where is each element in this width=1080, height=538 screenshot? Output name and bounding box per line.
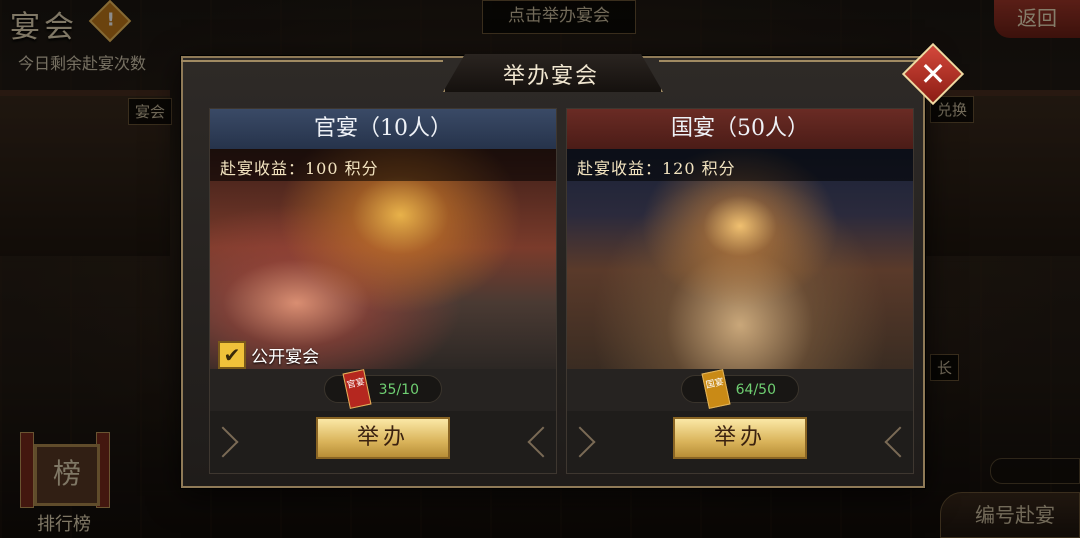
action-area: 举办 xyxy=(207,411,559,473)
host-state-button[interactable]: 举办 xyxy=(673,417,807,459)
invitation-count: 64/50 xyxy=(681,375,799,403)
public-banquet-toggle[interactable]: ✔ 公开宴会 xyxy=(218,341,319,369)
income-text: 赴宴收益：100 积分 xyxy=(220,159,379,178)
ornament-left-icon xyxy=(207,426,239,458)
card-title: 官宴（10人） xyxy=(210,109,556,149)
header-line-right xyxy=(659,60,925,62)
income-text: 赴宴收益：120 积分 xyxy=(577,159,736,178)
host-official-button[interactable]: 举办 xyxy=(316,417,450,459)
header-line-left xyxy=(181,60,443,62)
public-banquet-label: 公开宴会 xyxy=(251,347,320,368)
ornament-right-icon xyxy=(527,426,559,458)
official-banquet-card[interactable]: 官宴（10人） 赴宴收益：100 积分 ✔ 公开宴会 35/10 官宴 举办 xyxy=(207,108,559,474)
state-banquet-card[interactable]: 国宴（50人） 赴宴收益：120 积分 64/50 国宴 举办 xyxy=(564,108,916,474)
card-title: 国宴（50人） xyxy=(567,109,913,149)
ornament-right-icon xyxy=(884,426,916,458)
dialog-header: 举办宴会 xyxy=(181,54,925,94)
invitation-count: 35/10 xyxy=(324,375,442,403)
checkbox-checked-icon[interactable]: ✔ xyxy=(218,341,246,369)
host-banquet-dialog: 举办宴会 ✕ 官宴（10人） 赴宴收益：100 积分 ✔ 公开宴会 35/10 … xyxy=(181,42,965,488)
action-area: 举办 xyxy=(564,411,916,473)
dialog-title: 举办宴会 xyxy=(502,64,599,89)
close-icon: ✕ xyxy=(919,55,947,93)
banquet-image: 赴宴收益：120 积分 xyxy=(567,149,913,369)
ornament-left-icon xyxy=(564,426,596,458)
banquet-image: 赴宴收益：100 积分 ✔ 公开宴会 xyxy=(210,149,556,369)
